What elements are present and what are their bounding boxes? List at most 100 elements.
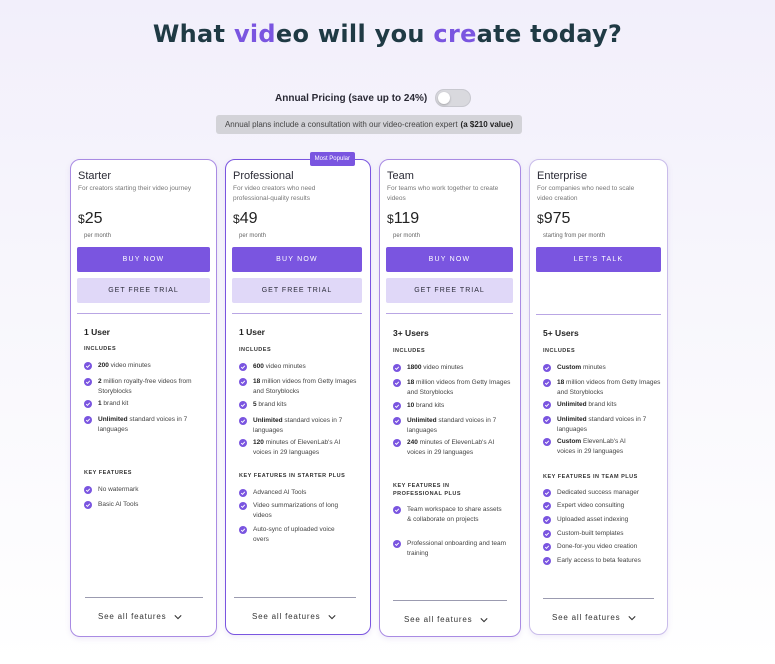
- price-period: per month: [84, 233, 112, 239]
- headline-text: eo will you: [275, 20, 434, 48]
- includes-title: INCLUDES: [393, 348, 426, 354]
- include-item: 1 brand kit: [84, 399, 204, 409]
- include-text: Custom minutes: [557, 364, 606, 371]
- buy-now-button[interactable]: BUY NOW: [77, 247, 210, 272]
- see-all-features-link[interactable]: See all features: [404, 615, 488, 624]
- plan-price: $25: [78, 210, 102, 228]
- feature-text: Advanced AI Tools: [253, 489, 307, 496]
- include-text: 600 video minutes: [253, 363, 306, 370]
- include-item: Unlimited standard voices in 7 languages: [239, 416, 349, 435]
- plan-description: For companies who need to scale video cr…: [537, 185, 635, 202]
- plan-card-enterprise: Enterprise For companies who need to sca…: [529, 159, 668, 635]
- check-circle-icon: [543, 379, 551, 387]
- annual-pricing-row: Annual Pricing (save up to 24%): [275, 89, 472, 107]
- card-divider: [536, 314, 661, 315]
- check-circle-icon: [543, 401, 551, 409]
- plan-price: $975: [537, 210, 570, 228]
- price-period: starting from per month: [543, 233, 606, 239]
- check-circle-icon: [239, 401, 247, 409]
- include-text: Custom ElevenLab's AI voices in 29 langu…: [557, 438, 626, 455]
- include-text: Unlimited standard voices in 7 languages: [557, 416, 647, 433]
- include-text: 1 brand kit: [98, 400, 129, 407]
- include-text: 18 million videos from Getty Images and …: [253, 378, 357, 395]
- include-text: 120 minutes of ElevenLab's AI voices in …: [253, 439, 341, 456]
- see-all-divider: [393, 600, 507, 601]
- include-item: Unlimited standard voices in 7 languages: [84, 415, 194, 434]
- check-circle-icon: [393, 506, 401, 514]
- check-circle-icon: [393, 364, 401, 372]
- see-all-features-link[interactable]: See all features: [552, 613, 636, 622]
- see-all-features-link[interactable]: See all features: [98, 612, 182, 621]
- check-circle-icon: [239, 526, 247, 534]
- price-value: 25: [84, 210, 103, 227]
- include-item: Unlimited standard voices in 7 languages: [543, 415, 655, 434]
- include-text: 1800 video minutes: [407, 364, 464, 371]
- headline-text: ate today?: [476, 20, 623, 48]
- check-circle-icon: [543, 438, 551, 446]
- chevron-down-icon: [328, 614, 336, 620]
- price-currency: $: [387, 212, 394, 226]
- chevron-down-icon: [174, 614, 182, 620]
- check-circle-icon: [543, 364, 551, 372]
- feature-item: Early access to beta features: [543, 556, 665, 566]
- card-divider: [232, 313, 362, 314]
- plan-description: For creators starting their video journe…: [78, 185, 192, 192]
- feature-text: Done-for-you video creation: [557, 543, 638, 550]
- include-item: 18 million videos from Getty Images and …: [543, 378, 661, 397]
- feature-item: Dedicated success manager: [543, 488, 665, 498]
- price-currency: $: [233, 212, 240, 226]
- check-circle-icon: [543, 543, 551, 551]
- feature-item: Uploaded asset indexing: [543, 515, 665, 525]
- annual-note: Annual plans include a consultation with…: [216, 115, 522, 134]
- plan-price: $119: [387, 210, 419, 228]
- includes-title: INCLUDES: [84, 346, 117, 352]
- lets-talk-button[interactable]: LET'S TALK: [536, 247, 661, 272]
- see-all-features-link[interactable]: See all features: [252, 612, 336, 621]
- headline-text: What: [152, 20, 234, 48]
- key-features-title: KEY FEATURES IN STARTER PLUS: [239, 473, 346, 479]
- check-circle-icon: [239, 363, 247, 371]
- buy-now-button[interactable]: BUY NOW: [386, 247, 513, 272]
- feature-text: Team workspace to share assets & collabo…: [407, 506, 502, 523]
- page-headline: What video will you create today?: [0, 20, 775, 48]
- feature-item: Advanced AI Tools: [239, 488, 359, 498]
- feature-item: Done-for-you video creation: [543, 542, 665, 552]
- buy-now-button[interactable]: BUY NOW: [232, 247, 362, 272]
- annual-pricing-toggle[interactable]: [435, 89, 472, 107]
- check-circle-icon: [543, 557, 551, 565]
- plan-name: Enterprise: [537, 170, 588, 182]
- free-trial-button[interactable]: GET FREE TRIAL: [77, 278, 210, 303]
- feature-text: Video summarizations of long videos: [253, 502, 339, 519]
- key-features-title: KEY FEATURES IN TEAM PLUS: [543, 474, 638, 480]
- see-all-label: See all features: [98, 612, 167, 621]
- check-circle-icon: [393, 379, 401, 387]
- include-item: 5 brand kits: [239, 400, 359, 410]
- price-currency: $: [537, 212, 544, 226]
- feature-item: Professional onboarding and team trainin…: [393, 539, 511, 558]
- key-features-title: KEY FEATURES: [84, 470, 132, 476]
- include-item: 18 million videos from Getty Images and …: [239, 377, 359, 396]
- include-item: 1800 video minutes: [393, 363, 511, 373]
- feature-item: Auto-sync of uploaded voice overs: [239, 525, 349, 544]
- include-item: 2 million royalty-free videos from Story…: [84, 377, 204, 396]
- free-trial-button[interactable]: GET FREE TRIAL: [386, 278, 513, 303]
- feature-text: Expert video consulting: [557, 502, 625, 509]
- price-value: 119: [393, 210, 420, 227]
- user-count: 3+ Users: [393, 328, 429, 338]
- include-item: 600 video minutes: [239, 362, 359, 372]
- feature-item: Team workspace to share assets & collabo…: [393, 505, 505, 524]
- headline-accent-video: vid: [233, 20, 276, 48]
- see-all-divider: [543, 598, 654, 599]
- free-trial-button[interactable]: GET FREE TRIAL: [232, 278, 362, 303]
- include-item: Unlimited brand kits: [543, 400, 661, 410]
- annual-pricing-label: Annual Pricing (save up to 24%): [275, 92, 428, 104]
- price-period: per month: [393, 233, 421, 239]
- check-circle-icon: [84, 400, 92, 408]
- include-item: Custom ElevenLab's AI voices in 29 langu…: [543, 437, 641, 456]
- headline-accent-create: cre: [433, 20, 477, 48]
- include-item: 10 brand kits: [393, 401, 511, 411]
- check-circle-icon: [239, 489, 247, 497]
- key-features-title: KEY FEATURES IN PROFESSIONAL PLUS: [393, 483, 461, 497]
- user-count: 5+ Users: [543, 328, 579, 338]
- feature-text: No watermark: [98, 486, 139, 493]
